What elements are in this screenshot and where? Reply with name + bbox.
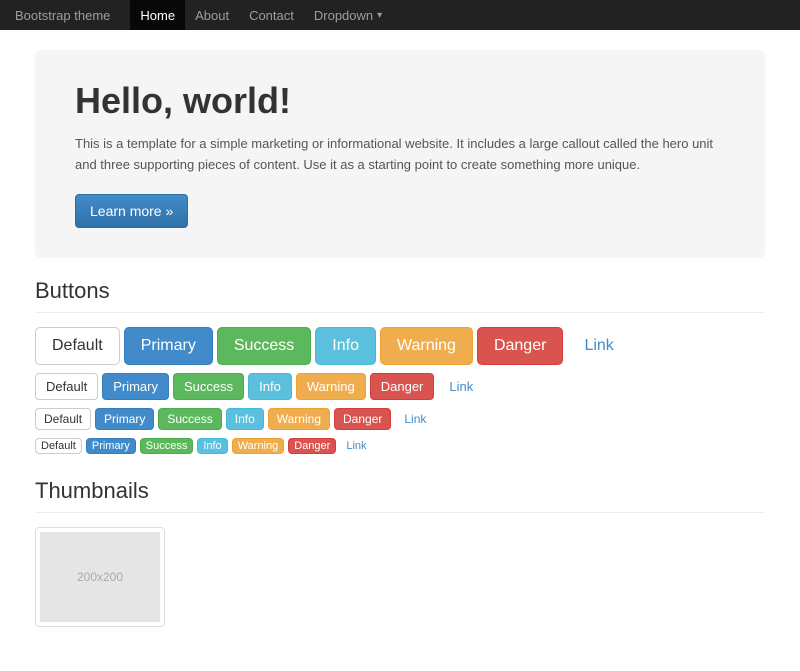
nav-items: Home About Contact Dropdown ▾	[130, 0, 392, 30]
btn-link-xs[interactable]: Link	[340, 438, 372, 454]
btn-default-xs[interactable]: Default	[35, 438, 82, 454]
btn-danger-lg[interactable]: Danger	[477, 327, 563, 365]
button-row-md: Default Primary Success Info Warning Dan…	[35, 373, 765, 400]
btn-default-sm[interactable]: Default	[35, 408, 91, 430]
btn-info-sm[interactable]: Info	[226, 408, 264, 430]
btn-danger-xs[interactable]: Danger	[288, 438, 336, 454]
btn-primary-md[interactable]: Primary	[102, 373, 169, 400]
buttons-title: Buttons	[35, 278, 765, 313]
button-row-xs: Default Primary Success Info Warning Dan…	[35, 438, 765, 454]
button-row-sm: Default Primary Success Info Warning Dan…	[35, 408, 765, 430]
btn-warning-xs[interactable]: Warning	[232, 438, 285, 454]
btn-success-md[interactable]: Success	[173, 373, 244, 400]
btn-success-lg[interactable]: Success	[217, 327, 311, 365]
thumbnail-item[interactable]: 200x200	[35, 527, 165, 627]
main-container: Hello, world! This is a template for a s…	[20, 30, 780, 671]
btn-default-md[interactable]: Default	[35, 373, 98, 400]
btn-info-xs[interactable]: Info	[197, 438, 227, 454]
learn-more-button[interactable]: Learn more »	[75, 194, 188, 228]
nav-item-contact[interactable]: Contact	[239, 0, 304, 30]
thumbnails-title: Thumbnails	[35, 478, 765, 513]
nav-item-dropdown[interactable]: Dropdown ▾	[304, 0, 392, 30]
btn-danger-sm[interactable]: Danger	[334, 408, 391, 430]
buttons-section: Buttons Default Primary Success Info War…	[35, 278, 765, 454]
button-row-lg: Default Primary Success Info Warning Dan…	[35, 327, 765, 365]
thumbnail-label: 200x200	[77, 570, 123, 584]
nav-item-home[interactable]: Home	[130, 0, 185, 30]
btn-warning-md[interactable]: Warning	[296, 373, 366, 400]
navbar: Bootstrap theme Home About Contact Dropd…	[0, 0, 800, 30]
hero-unit: Hello, world! This is a template for a s…	[35, 50, 765, 258]
thumbnails-section: Thumbnails 200x200	[35, 478, 765, 627]
hero-description: This is a template for a simple marketin…	[75, 134, 715, 176]
btn-success-xs[interactable]: Success	[140, 438, 194, 454]
btn-success-sm[interactable]: Success	[158, 408, 221, 430]
btn-primary-sm[interactable]: Primary	[95, 408, 154, 430]
btn-link-sm[interactable]: Link	[395, 408, 435, 430]
btn-default-lg[interactable]: Default	[35, 327, 120, 365]
btn-info-lg[interactable]: Info	[315, 327, 376, 365]
thumbnail-image: 200x200	[40, 532, 160, 622]
nav-item-about[interactable]: About	[185, 0, 239, 30]
btn-primary-lg[interactable]: Primary	[124, 327, 213, 365]
btn-link-lg[interactable]: Link	[567, 327, 630, 365]
btn-info-md[interactable]: Info	[248, 373, 292, 400]
btn-danger-md[interactable]: Danger	[370, 373, 435, 400]
chevron-down-icon: ▾	[377, 10, 382, 21]
btn-link-md[interactable]: Link	[438, 373, 484, 400]
hero-title: Hello, world!	[75, 80, 725, 122]
btn-warning-sm[interactable]: Warning	[268, 408, 330, 430]
navbar-brand[interactable]: Bootstrap theme	[15, 8, 110, 23]
dropdown-label: Dropdown	[314, 8, 373, 23]
btn-warning-lg[interactable]: Warning	[380, 327, 473, 365]
btn-primary-xs[interactable]: Primary	[86, 438, 136, 454]
